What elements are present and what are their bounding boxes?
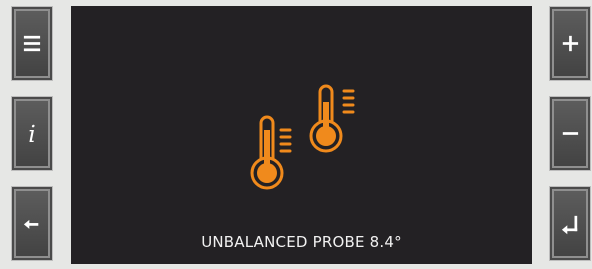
info-icon: i (28, 120, 35, 148)
plus-button[interactable] (550, 7, 590, 80)
info-button[interactable]: i (12, 97, 52, 170)
menu-button[interactable] (12, 7, 52, 80)
display-screen: UNBALANCED PROBE 8.4° (71, 6, 532, 264)
thermometer-probes-icon (250, 84, 355, 190)
minus-icon (562, 132, 579, 135)
enter-button[interactable] (550, 187, 590, 260)
arrow-left-icon (23, 219, 39, 229)
enter-icon (561, 215, 578, 235)
menu-icon (23, 35, 41, 52)
status-message: UNBALANCED PROBE 8.4° (201, 233, 402, 251)
plus-icon (562, 35, 579, 52)
back-button[interactable] (12, 187, 52, 260)
minus-button[interactable] (550, 97, 590, 170)
svg-text:i: i (28, 120, 35, 148)
